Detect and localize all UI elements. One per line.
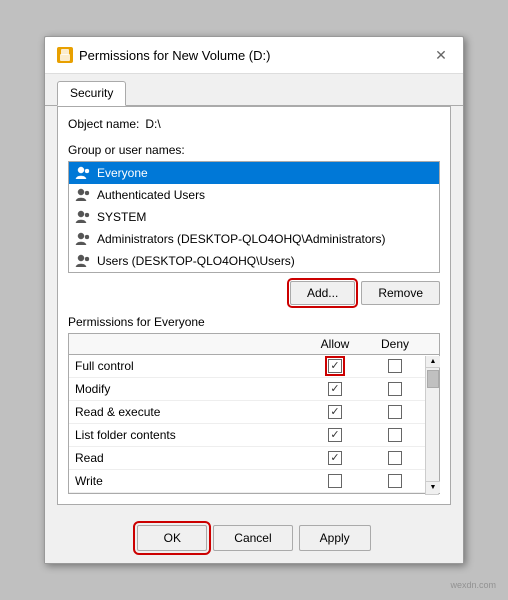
- user-item-users[interactable]: Users (DESKTOP-QLO4OHQ\Users): [69, 250, 439, 272]
- title-bar: Permissions for New Volume (D:) ✕: [45, 37, 463, 74]
- permissions-table: Allow Deny Full control Modify: [68, 333, 440, 494]
- apply-button[interactable]: Apply: [299, 525, 371, 551]
- perm-col-name: [69, 334, 305, 354]
- perm-name-modify: Modify: [69, 378, 305, 400]
- permissions-header: Allow Deny: [69, 334, 439, 355]
- object-name-label: Object name:: [68, 117, 139, 131]
- permissions-dialog: Permissions for New Volume (D:) ✕ Securi…: [44, 36, 464, 564]
- close-button[interactable]: ✕: [431, 45, 451, 65]
- perm-col-allow: Allow: [305, 334, 365, 354]
- scroll-up[interactable]: ▲: [426, 356, 440, 368]
- perm-allow-write: [305, 471, 365, 491]
- scroll-thumb[interactable]: [427, 370, 439, 388]
- user-item-everyone[interactable]: Everyone: [69, 162, 439, 184]
- checkbox-deny-modify[interactable]: [388, 382, 402, 396]
- object-name-value: D:\: [145, 117, 160, 131]
- perm-name-readexecute: Read & execute: [69, 401, 305, 423]
- scroll-down[interactable]: ▼: [426, 481, 440, 493]
- perm-scrollbar[interactable]: ▲ ▼: [425, 356, 439, 493]
- user-item-administrators[interactable]: Administrators (DESKTOP-QLO4OHQ\Administ…: [69, 228, 439, 250]
- user-icon-administrators: [75, 231, 91, 247]
- perm-name-fullcontrol: Full control: [69, 355, 305, 377]
- user-icon-users: [75, 253, 91, 269]
- perm-deny-modify: [365, 379, 425, 399]
- object-name-row: Object name: D:\: [68, 117, 440, 131]
- main-content: Object name: D:\ Group or user names: Ev…: [57, 106, 451, 505]
- perm-row-read: Read: [69, 447, 439, 470]
- remove-button[interactable]: Remove: [361, 281, 440, 305]
- checkbox-deny-write[interactable]: [388, 474, 402, 488]
- perm-name-listfolder: List folder contents: [69, 424, 305, 446]
- perm-allow-modify: [305, 379, 365, 399]
- checkbox-deny-readexecute[interactable]: [388, 405, 402, 419]
- cancel-button[interactable]: Cancel: [213, 525, 292, 551]
- checkbox-allow-readexecute[interactable]: [328, 405, 342, 419]
- tabs-bar: Security: [45, 74, 463, 106]
- user-name-authenticated: Authenticated Users: [97, 188, 205, 202]
- checkbox-allow-write[interactable]: [328, 474, 342, 488]
- user-name-system: SYSTEM: [97, 210, 146, 224]
- perm-allow-read: [305, 448, 365, 468]
- perm-allow-readexecute: [305, 402, 365, 422]
- user-icon-authenticated: [75, 187, 91, 203]
- watermark: wexdn.com: [450, 580, 496, 590]
- tab-security[interactable]: Security: [57, 81, 126, 106]
- user-name-everyone: Everyone: [97, 166, 148, 180]
- checkbox-deny-read[interactable]: [388, 451, 402, 465]
- perm-allow-listfolder: [305, 425, 365, 445]
- perm-deny-listfolder: [365, 425, 425, 445]
- title-bar-left: Permissions for New Volume (D:): [57, 47, 270, 63]
- checkbox-deny-listfolder[interactable]: [388, 428, 402, 442]
- permissions-label: Permissions for Everyone: [68, 315, 440, 329]
- perm-row-listfolder: List folder contents: [69, 424, 439, 447]
- ok-button[interactable]: OK: [137, 525, 207, 551]
- perm-deny-write: [365, 471, 425, 491]
- user-icon-system: [75, 209, 91, 225]
- add-remove-row: Add... Remove: [68, 281, 440, 305]
- perm-row-fullcontrol: Full control: [69, 355, 439, 378]
- perm-col-deny: Deny: [365, 334, 425, 354]
- user-name-administrators: Administrators (DESKTOP-QLO4OHQ\Administ…: [97, 232, 386, 246]
- checkbox-allow-modify[interactable]: [328, 382, 342, 396]
- checkbox-allow-fullcontrol[interactable]: [328, 359, 342, 373]
- checkbox-allow-listfolder[interactable]: [328, 428, 342, 442]
- user-icon-everyone: [75, 165, 91, 181]
- perm-row-write: Write ▲: [69, 470, 439, 493]
- checkbox-allow-read[interactable]: [328, 451, 342, 465]
- user-item-authenticated[interactable]: Authenticated Users: [69, 184, 439, 206]
- perm-allow-fullcontrol: [305, 356, 365, 376]
- perm-row-readexecute: Read & execute: [69, 401, 439, 424]
- user-item-system[interactable]: SYSTEM: [69, 206, 439, 228]
- user-name-users: Users (DESKTOP-QLO4OHQ\Users): [97, 254, 295, 268]
- perm-deny-readexecute: [365, 402, 425, 422]
- perm-name-read: Read: [69, 447, 305, 469]
- perm-row-modify: Modify: [69, 378, 439, 401]
- group-label: Group or user names:: [68, 143, 440, 157]
- perm-name-write: Write: [69, 470, 305, 492]
- perm-deny-fullcontrol: [365, 356, 425, 376]
- title-icon: [57, 47, 73, 63]
- perm-deny-read: [365, 448, 425, 468]
- add-button[interactable]: Add...: [290, 281, 355, 305]
- dialog-buttons-row: OK Cancel Apply: [45, 517, 463, 563]
- user-list: Everyone Authenticated Users: [68, 161, 440, 273]
- checkbox-deny-fullcontrol[interactable]: [388, 359, 402, 373]
- dialog-title: Permissions for New Volume (D:): [79, 48, 270, 63]
